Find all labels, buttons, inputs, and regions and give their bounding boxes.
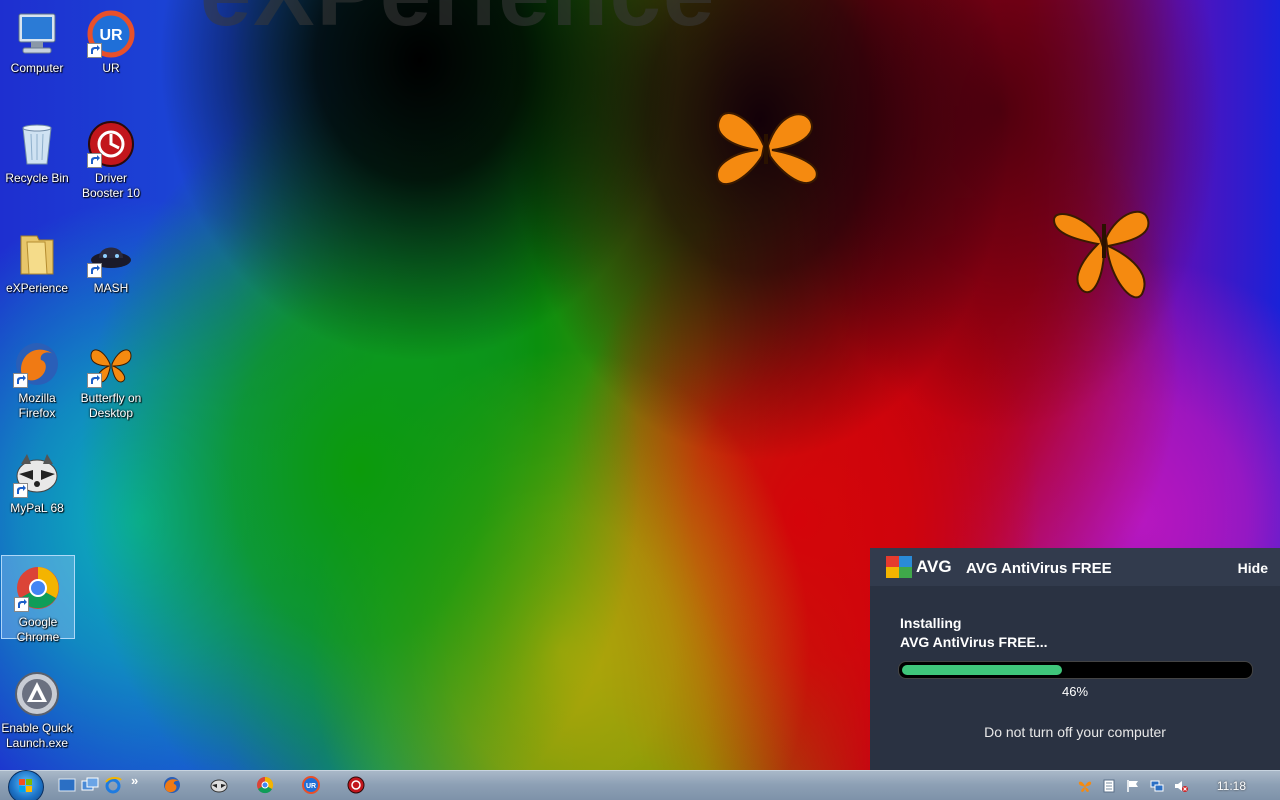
shortcut-arrow-icon (14, 597, 29, 612)
firefox-icon (13, 340, 61, 388)
install-progress-bar (898, 661, 1253, 679)
desktop-icon-label: Computer (10, 61, 64, 75)
quick-launch-more-button[interactable]: » (131, 773, 151, 793)
desktop-icon-label: Butterfly on Desktop (80, 391, 142, 420)
volume-muted-icon[interactable] (1174, 779, 1188, 793)
avg-install-notification: AVG AVG AntiVirus FREE Hide Installing A… (870, 548, 1280, 770)
butterfly-icon (716, 112, 818, 186)
recycle-bin-icon (13, 120, 61, 168)
desktop-icon-label: MASH (93, 281, 129, 295)
avg-logo-text: AVG (916, 557, 952, 576)
install-warning-note: Do not turn off your computer (984, 724, 1166, 740)
taskbar: » UR 11:18 (0, 770, 1280, 800)
taskbar-chrome-icon[interactable] (256, 776, 276, 796)
butterfly-icon (87, 340, 135, 388)
taskbar-driver-booster-icon[interactable] (347, 776, 367, 796)
computer-icon (13, 10, 61, 58)
mash-icon (87, 230, 135, 278)
shortcut-arrow-icon (87, 263, 102, 278)
shortcut-arrow-icon (87, 153, 102, 168)
desktop-icon-firefox[interactable]: Mozilla Firefox (1, 332, 73, 421)
tray-butterfly-icon[interactable] (1078, 779, 1092, 793)
desktop-icon-enable-quick-launch[interactable]: Enable Quick Launch.exe (1, 662, 73, 751)
avg-popup-title: AVG AntiVirus FREE (966, 560, 1112, 577)
desktop-icon-computer[interactable]: Computer (1, 2, 73, 76)
shortcut-arrow-icon (87, 43, 102, 58)
start-button[interactable] (8, 770, 44, 800)
install-status-line: Installing (900, 615, 962, 631)
taskbar-ur-icon[interactable]: UR (302, 776, 322, 796)
desktop-icon-mash[interactable]: MASH (75, 222, 147, 296)
action-center-flag-icon[interactable] (1126, 779, 1140, 793)
windows-logo-icon (19, 779, 32, 792)
folder-icon (13, 230, 61, 278)
window-switcher-icon[interactable] (81, 776, 101, 796)
avg-logo-icon (886, 556, 912, 578)
install-progress-percent: 46% (1061, 684, 1089, 699)
shortcut-arrow-icon (87, 373, 102, 388)
desktop-icon-experience-folder[interactable]: eXPerience (1, 222, 73, 296)
desktop-icon-label: Mozilla Firefox (18, 391, 56, 420)
avg-popup-header: AVG AVG AntiVirus FREE Hide (870, 548, 1280, 586)
network-icon[interactable] (1150, 779, 1164, 793)
desktop-icon-label: Recycle Bin (5, 171, 69, 185)
taskbar-firefox-icon[interactable] (163, 776, 183, 796)
desktop-icon-label: MyPaL 68 (10, 501, 64, 515)
desktop-icon-driver-booster[interactable]: Driver Booster 10 (75, 112, 147, 201)
mypal-raccoon-icon (13, 450, 61, 498)
desktop-icon-label: Driver Booster 10 (81, 171, 141, 200)
desktop-icon-recycle-bin[interactable]: Recycle Bin (1, 112, 73, 186)
shortcut-arrow-icon (13, 483, 28, 498)
desktop-icon-mypal[interactable]: MyPaL 68 (1, 442, 73, 516)
desktop-icon-label: Google Chrome (16, 615, 60, 644)
quick-launch-icon (13, 670, 61, 718)
hide-button[interactable]: Hide (1238, 560, 1268, 576)
internet-explorer-icon[interactable] (104, 776, 124, 796)
butterfly-icon (1052, 210, 1150, 299)
desktop-icon-ur[interactable]: UR UR (75, 2, 147, 76)
svg-text:UR: UR (306, 783, 316, 790)
desktop-icon-label: Enable Quick Launch.exe (1, 721, 73, 750)
desktop-icon-label: UR (102, 61, 120, 75)
install-progress-fill (902, 665, 1062, 675)
ur-browser-icon: UR (87, 10, 135, 58)
desktop-icon-label: eXPerience (5, 281, 69, 295)
shortcut-arrow-icon (13, 373, 28, 388)
desktop-icon-google-chrome[interactable]: Google Chrome (1, 555, 75, 644)
avg-logo: AVG (886, 556, 964, 578)
chrome-icon (14, 564, 62, 612)
taskbar-mypal-icon[interactable] (210, 776, 230, 796)
driver-booster-icon (87, 120, 135, 168)
show-desktop-icon[interactable] (58, 776, 78, 796)
wallpaper-text: eXPerience (200, 0, 716, 47)
tray-document-icon[interactable] (1102, 779, 1116, 793)
desktop-icon-butterfly-on-desktop[interactable]: Butterfly on Desktop (75, 332, 147, 421)
clock[interactable]: 11:18 (1217, 779, 1246, 793)
install-product-line: AVG AntiVirus FREE... (900, 634, 1048, 650)
svg-text:UR: UR (99, 27, 123, 44)
